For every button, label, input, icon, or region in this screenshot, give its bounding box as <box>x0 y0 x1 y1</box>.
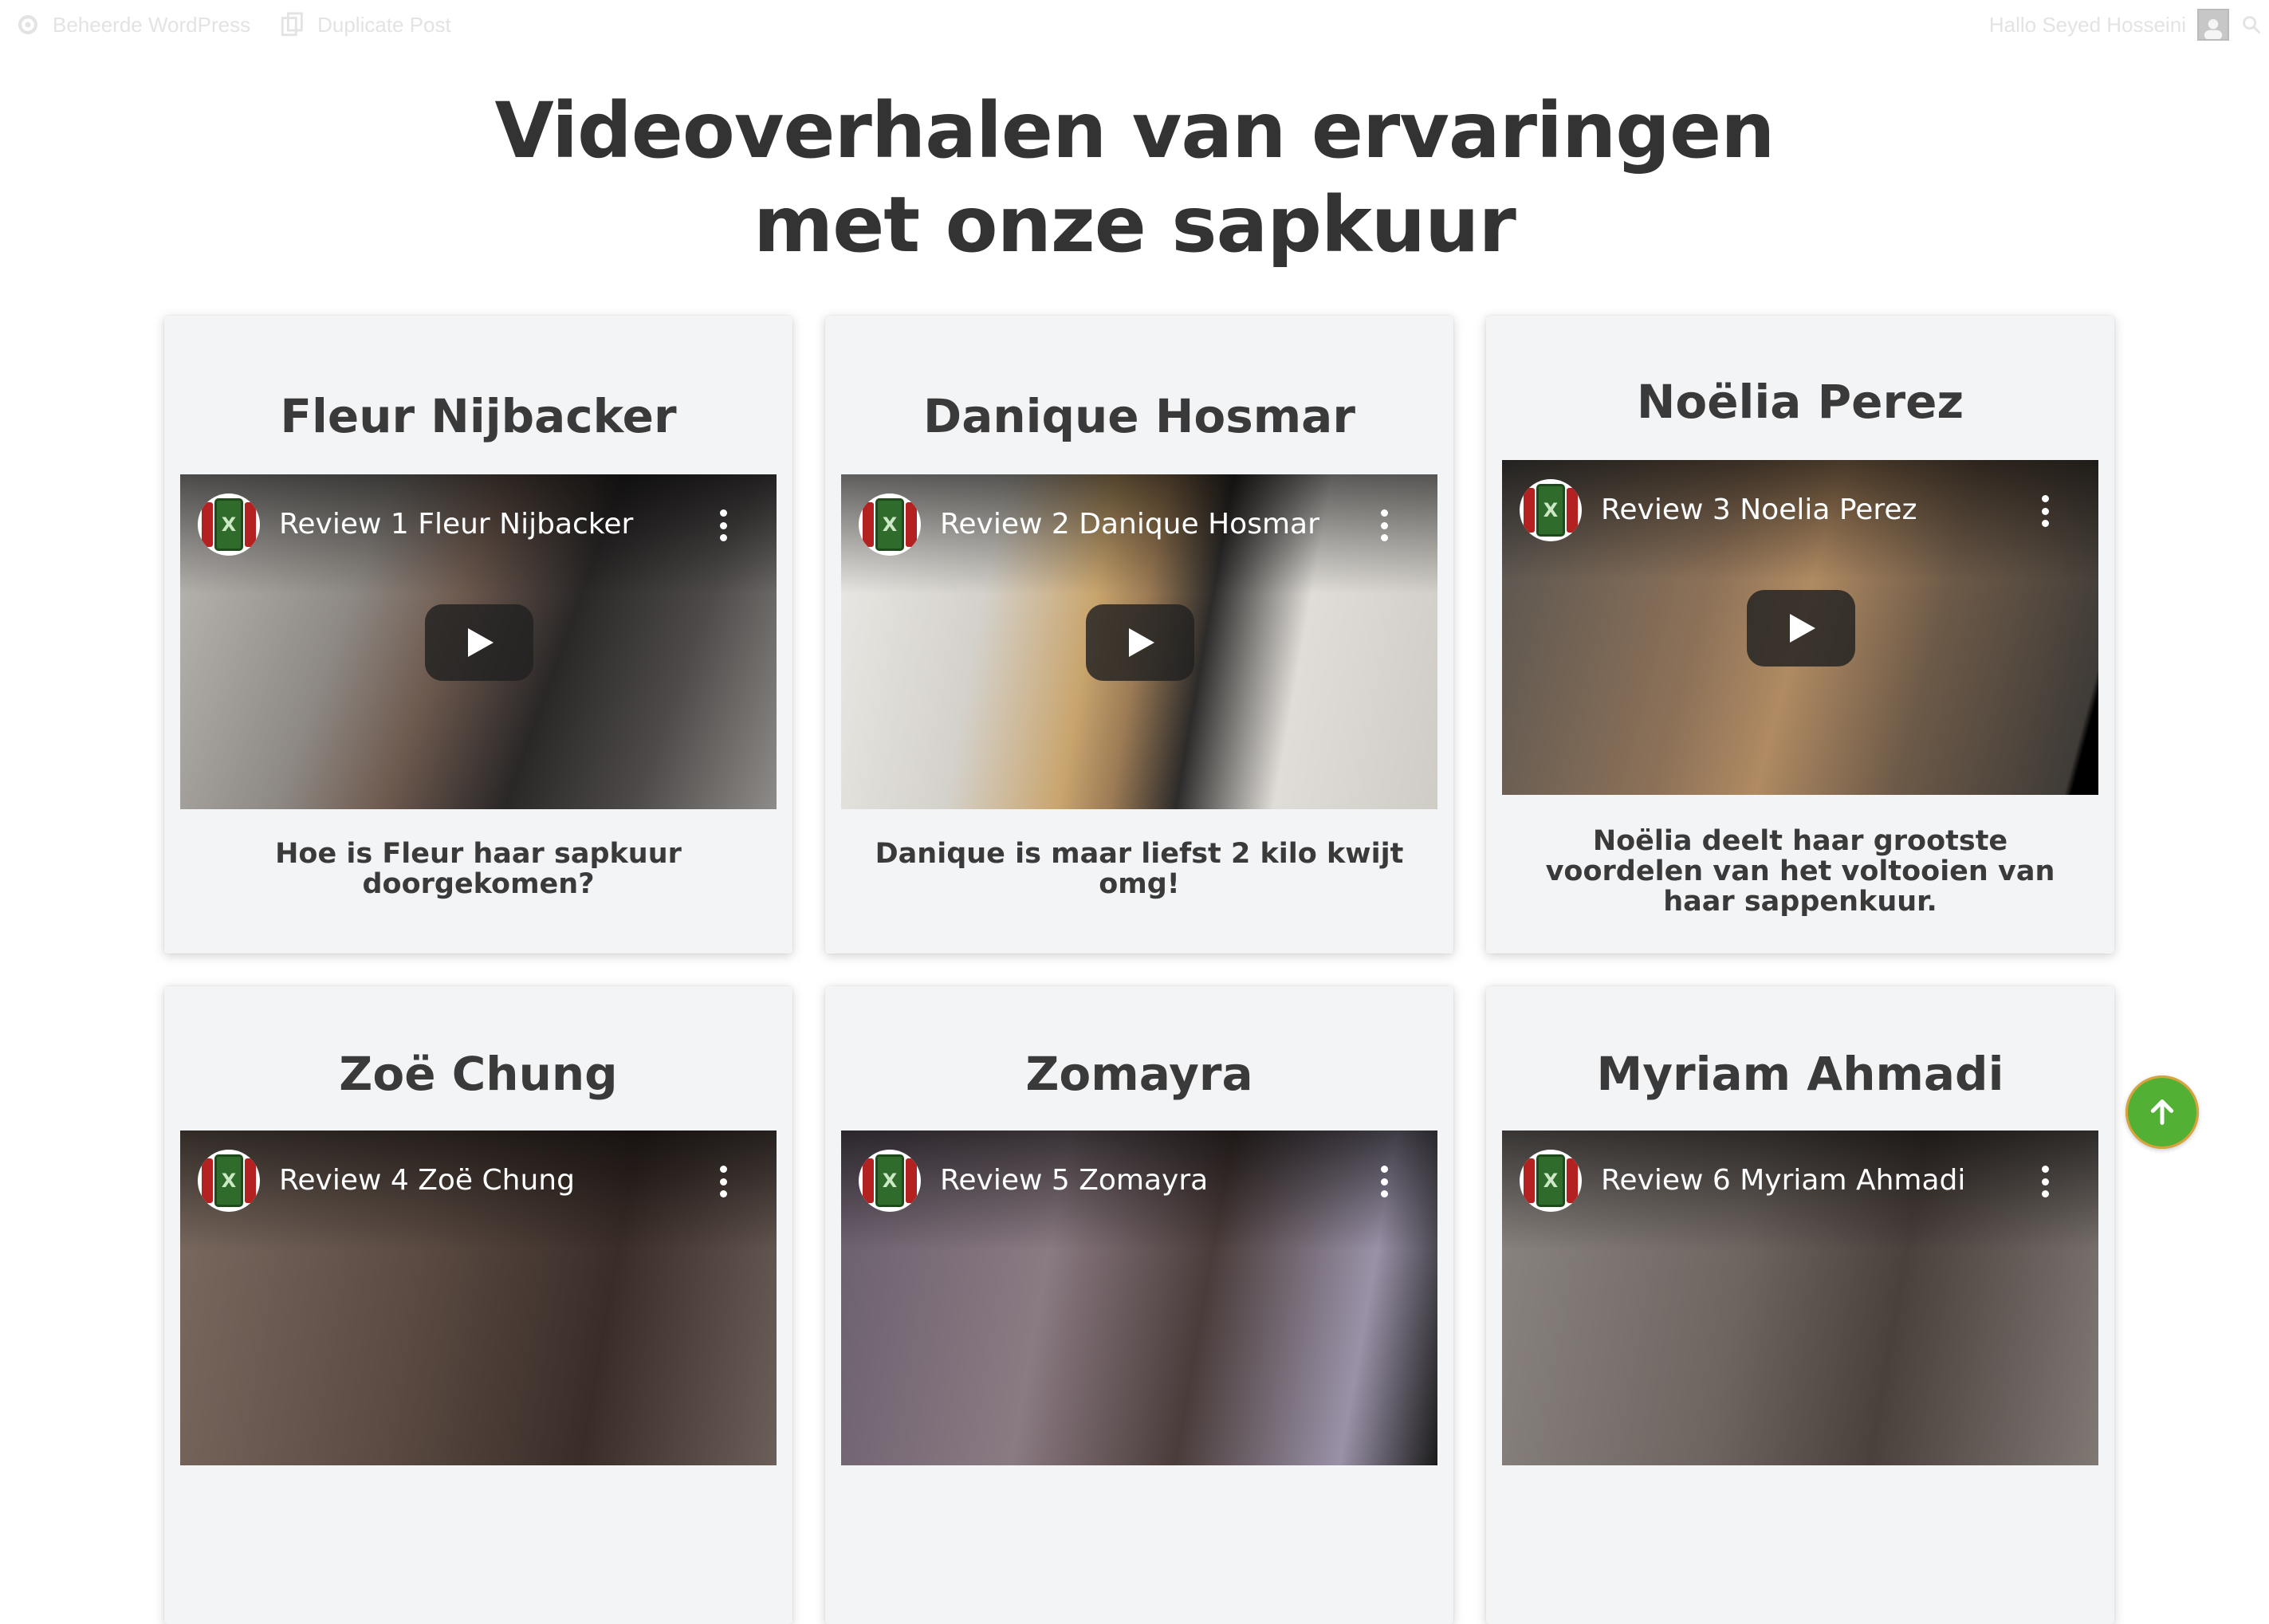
more-vertical-icon[interactable] <box>719 509 727 541</box>
more-vertical-icon[interactable] <box>719 1166 727 1197</box>
page-title-line-2: met onze sapkuur <box>753 180 1516 269</box>
video-title[interactable]: Review 5 Zomayra <box>940 1164 1208 1197</box>
reviewer-name: Zoë Chung <box>339 1047 618 1101</box>
review-card: Zomayra X Review 5 Zomayra <box>825 986 1453 1624</box>
reviewer-name: Fleur Nijbacker <box>280 389 677 443</box>
channel-logo-icon[interactable]: X <box>1520 1150 1582 1212</box>
video-player[interactable]: X Review 2 Danique Hosmar <box>841 474 1437 809</box>
video-title[interactable]: Review 3 Noelia Perez <box>1601 493 1917 526</box>
video-player[interactable]: X Review 5 Zomayra <box>841 1131 1437 1465</box>
video-title[interactable]: Review 6 Myriam Ahmadi <box>1601 1164 1965 1197</box>
managed-wordpress-menu[interactable]: Beheerde WordPress <box>14 11 250 38</box>
more-vertical-icon[interactable] <box>2041 1166 2049 1197</box>
video-player[interactable]: X Review 1 Fleur Nijbacker <box>180 474 777 809</box>
back-to-top-button[interactable] <box>2125 1075 2199 1149</box>
review-description: Danique is maar liefst 2 kilo kwijt omg! <box>875 838 1404 900</box>
play-icon <box>468 628 494 657</box>
managed-wordpress-label: Beheerde WordPress <box>53 12 251 37</box>
review-description: Noëlia deelt haar grootste voordelen van… <box>1545 825 2055 918</box>
search-icon[interactable] <box>2240 14 2263 36</box>
review-card: Danique Hosmar X Review 2 Danique Hosmar… <box>825 316 1453 954</box>
more-vertical-icon[interactable] <box>1380 509 1388 541</box>
channel-logo-icon[interactable]: X <box>859 1150 921 1212</box>
duplicate-post-menu[interactable]: Duplicate Post <box>279 11 451 38</box>
play-icon <box>1790 614 1815 643</box>
video-title[interactable]: Review 2 Danique Hosmar <box>940 508 1319 541</box>
copy-icon <box>281 12 303 37</box>
admin-bar-left: Beheerde WordPress Duplicate Post <box>0 11 451 38</box>
play-icon <box>1129 628 1154 657</box>
admin-bar: Beheerde WordPress Duplicate Post Hallo … <box>0 0 2269 49</box>
video-title[interactable]: Review 1 Fleur Nijbacker <box>279 508 633 541</box>
review-card: Noëlia Perez X Review 3 Noelia Perez Noë… <box>1486 316 2114 954</box>
duplicate-post-label: Duplicate Post <box>317 12 451 37</box>
reviewer-name: Danique Hosmar <box>923 389 1355 443</box>
page-title: Videoverhalen van ervaringen met onze sa… <box>0 84 2269 272</box>
user-avatar-icon[interactable] <box>2197 9 2229 41</box>
video-player[interactable]: X Review 4 Zoë Chung <box>180 1131 777 1465</box>
play-button[interactable] <box>425 604 533 681</box>
reviewer-name: Noëlia Perez <box>1636 375 1964 429</box>
video-player[interactable]: X Review 3 Noelia Perez <box>1502 460 2098 795</box>
reviewer-name: Myriam Ahmadi <box>1596 1047 2004 1101</box>
admin-bar-right: Hallo Seyed Hosseini <box>1989 9 2269 41</box>
account-greeting[interactable]: Hallo Seyed Hosseini <box>1989 13 2186 37</box>
review-card: Fleur Nijbacker X Review 1 Fleur Nijback… <box>164 316 792 954</box>
video-title[interactable]: Review 4 Zoë Chung <box>279 1164 575 1197</box>
more-vertical-icon[interactable] <box>2041 495 2049 527</box>
arrow-up-icon <box>2150 1099 2174 1125</box>
channel-logo-icon[interactable]: X <box>1520 479 1582 541</box>
more-vertical-icon[interactable] <box>1380 1166 1388 1197</box>
channel-logo-icon[interactable]: X <box>859 493 921 556</box>
review-card: Myriam Ahmadi X Review 6 Myriam Ahmadi <box>1486 986 2114 1624</box>
channel-logo-icon[interactable]: X <box>198 1150 260 1212</box>
channel-logo-icon[interactable]: X <box>198 493 260 556</box>
page-title-line-1: Videoverhalen van ervaringen <box>494 86 1775 175</box>
reviewer-name: Zomayra <box>1025 1047 1253 1101</box>
play-button[interactable] <box>1086 604 1194 681</box>
gear-icon <box>18 14 38 35</box>
review-description: Hoe is Fleur haar sapkuur doorgekomen? <box>275 838 682 900</box>
video-player[interactable]: X Review 6 Myriam Ahmadi <box>1502 1131 2098 1465</box>
play-button[interactable] <box>1747 590 1855 667</box>
review-card: Zoë Chung X Review 4 Zoë Chung <box>164 986 792 1624</box>
